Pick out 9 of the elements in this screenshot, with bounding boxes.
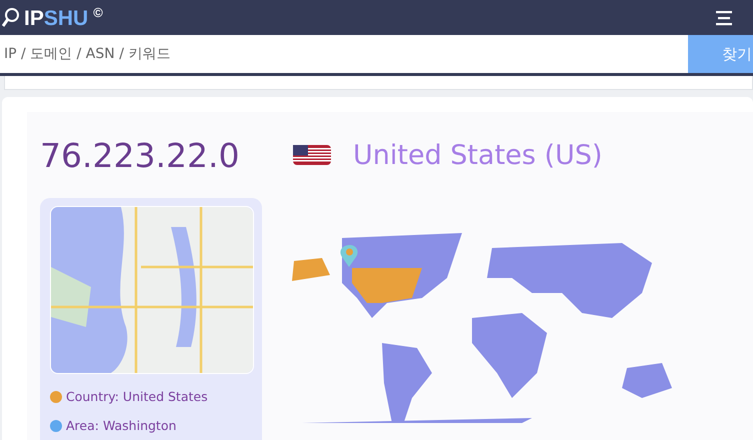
search-field[interactable]: IP / 도메인 / ASN / 키워드 (0, 35, 688, 73)
legend-label: Country: United States (66, 389, 208, 404)
flag-icon (293, 145, 331, 165)
legend-label: Area: Washington (66, 418, 176, 433)
menu-icon[interactable] (715, 10, 733, 26)
magnifier-icon (2, 6, 20, 28)
country-title: United States (US) (353, 140, 602, 170)
site-logo[interactable]: IPSHU $^{©}$ (24, 4, 103, 30)
ip-address: 76.223.22.0 (40, 136, 240, 174)
